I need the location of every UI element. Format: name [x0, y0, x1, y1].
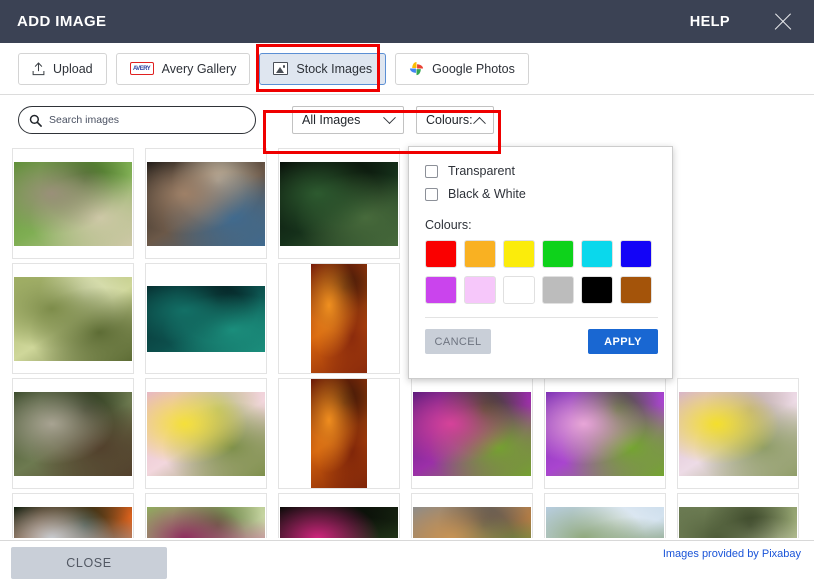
image-grid-row	[12, 378, 804, 491]
thumbnail-hawk-on-grass	[14, 161, 132, 246]
google-photos-icon	[410, 61, 424, 76]
image-thumbnail-cell[interactable]	[12, 263, 134, 374]
image-thumbnail-cell[interactable]	[12, 378, 134, 489]
thumbnail-tree-trunk-fence	[413, 506, 531, 538]
thumbnail-pale-pink-cosmos	[679, 391, 797, 476]
tab-stock-images[interactable]: Stock Images	[259, 52, 387, 85]
search-input[interactable]	[49, 114, 229, 126]
filter-bar: All Images Colours:	[0, 95, 814, 145]
tab-google-photos-label: Google Photos	[432, 61, 515, 76]
image-thumbnail-cell[interactable]	[12, 148, 134, 259]
colour-swatch-cyan[interactable]	[581, 240, 613, 268]
close-button[interactable]: CLOSE	[11, 547, 167, 579]
checkbox-black-white-box[interactable]	[425, 187, 438, 201]
thumbnail-purple-flower-open	[546, 391, 664, 476]
avery-logo-icon: AVERY	[129, 62, 154, 75]
source-tabs: Upload AVERY Avery Gallery Stock Images …	[0, 43, 814, 95]
thumbnail-orange-flowers-tall	[311, 264, 367, 373]
image-thumbnail-cell[interactable]	[278, 263, 400, 374]
colour-swatch-black[interactable]	[581, 276, 613, 304]
picture-icon	[273, 62, 289, 75]
colours-select[interactable]: Colours:	[416, 106, 494, 134]
thumbnail-orange-flowers-tall-2	[311, 379, 367, 488]
colour-swatch-brown[interactable]	[620, 276, 652, 304]
image-thumbnail-cell[interactable]	[145, 378, 267, 489]
image-thumbnail-cell[interactable]	[278, 378, 400, 489]
image-type-select-label: All Images	[302, 113, 361, 127]
checkbox-transparent-box[interactable]	[425, 164, 438, 178]
colour-swatch-pink[interactable]	[464, 276, 496, 304]
header-actions: HELP	[690, 0, 814, 43]
thumbnail-sky-over-field	[546, 506, 664, 538]
colour-swatch-white[interactable]	[503, 276, 535, 304]
checkbox-black-white[interactable]: Black & White	[425, 183, 656, 205]
image-thumbnail-cell[interactable]	[145, 148, 267, 259]
image-thumbnail-cell[interactable]	[411, 493, 533, 538]
tab-upload-label: Upload	[53, 61, 93, 76]
tab-stock-images-label: Stock Images	[296, 61, 373, 76]
image-thumbnail-cell[interactable]	[12, 493, 134, 538]
thumbnail-bird-on-feeder	[14, 391, 132, 476]
page-title: ADD IMAGE	[17, 13, 107, 30]
colour-swatch-grey[interactable]	[542, 276, 574, 304]
thumbnail-dark-pink-bloom	[280, 506, 398, 538]
thumbnail-bee-on-ivy-flowers	[14, 276, 132, 361]
colour-swatch-orange[interactable]	[464, 240, 496, 268]
colour-swatch-red[interactable]	[425, 240, 457, 268]
image-thumbnail-cell[interactable]	[677, 493, 799, 538]
help-link[interactable]: HELP	[690, 14, 730, 30]
image-thumbnail-cell[interactable]	[145, 263, 267, 374]
tab-avery-gallery-label: Avery Gallery	[161, 61, 237, 76]
colour-swatch-green[interactable]	[542, 240, 574, 268]
image-thumbnail-cell[interactable]	[278, 493, 400, 538]
panel-actions: CANCEL APPLY	[425, 329, 658, 354]
tab-upload[interactable]: Upload	[18, 52, 107, 85]
colour-swatch-blue[interactable]	[620, 240, 652, 268]
panel-divider	[425, 317, 658, 318]
dialog-header: ADD IMAGE HELP	[0, 0, 814, 43]
dialog-footer: CLOSE Images provided by Pixabay	[0, 540, 814, 585]
thumbnail-blurred-nature	[679, 506, 797, 538]
colours-section-label: Colours:	[425, 218, 472, 232]
thumbnail-dark-foliage-bird	[280, 161, 398, 246]
apply-button[interactable]: APPLY	[588, 329, 658, 354]
image-type-select[interactable]: All Images	[292, 106, 404, 134]
colour-swatch-grid	[425, 240, 656, 304]
thumbnail-damselfly-teal	[147, 285, 265, 352]
cancel-button[interactable]: CANCEL	[425, 329, 491, 354]
tab-avery-gallery[interactable]: AVERY Avery Gallery	[115, 52, 251, 85]
pixabay-attribution-link[interactable]: Images provided by Pixabay	[663, 548, 801, 560]
upload-icon	[32, 61, 45, 75]
search-icon	[29, 114, 42, 127]
thumbnail-orange-cat-on-deck	[14, 506, 132, 538]
thumbnail-purple-morning-glory	[413, 391, 531, 476]
thumbnail-purple-orchid	[147, 506, 265, 538]
add-image-dialog: ADD IMAGE HELP Upload AVERY Avery Galler…	[0, 0, 814, 585]
image-thumbnail-cell[interactable]	[677, 378, 799, 489]
thumbnail-pink-cosmos-flower	[147, 391, 265, 476]
image-thumbnail-cell[interactable]	[278, 148, 400, 259]
colours-select-label: Colours:	[426, 113, 473, 127]
close-icon[interactable]	[770, 9, 796, 35]
image-grid-row	[12, 493, 804, 538]
checkbox-transparent-label: Transparent	[448, 164, 515, 178]
thumbnail-harris-hawk-portrait	[147, 161, 265, 246]
checkbox-black-white-label: Black & White	[448, 187, 526, 201]
colour-swatch-magenta[interactable]	[425, 276, 457, 304]
image-thumbnail-cell[interactable]	[544, 493, 666, 538]
chevron-up-icon	[473, 116, 486, 130]
checkbox-transparent[interactable]: Transparent	[425, 160, 656, 182]
image-thumbnail-cell[interactable]	[145, 493, 267, 538]
colour-swatch-yellow[interactable]	[503, 240, 535, 268]
colours-dropdown-panel: Transparent Black & White Colours: CANCE…	[408, 146, 673, 379]
image-thumbnail-cell[interactable]	[411, 378, 533, 489]
tab-google-photos[interactable]: Google Photos	[395, 52, 529, 85]
search-box[interactable]	[18, 106, 256, 134]
image-thumbnail-cell[interactable]	[544, 378, 666, 489]
chevron-down-icon	[383, 110, 396, 124]
